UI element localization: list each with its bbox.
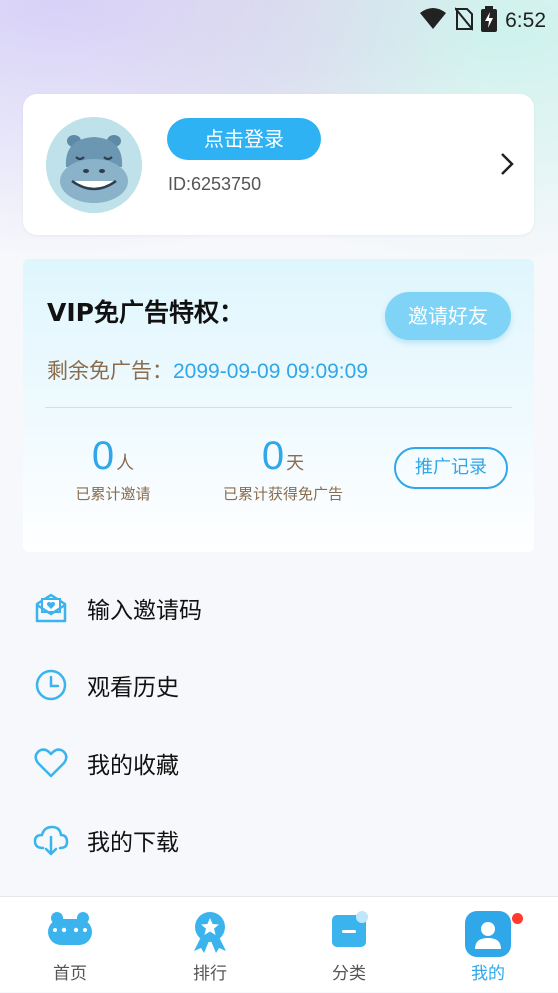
stat-label: 已累计邀请 xyxy=(75,485,151,503)
nav-mine[interactable]: 我的 xyxy=(418,897,558,993)
menu-label: 我的收藏 xyxy=(87,753,179,779)
cloud-download-icon xyxy=(33,822,69,858)
nav-label: 我的 xyxy=(471,964,505,984)
profile-card[interactable]: 点击登录 ID:6253750 xyxy=(23,94,534,235)
clock-icon xyxy=(33,667,69,703)
menu-item-favorites[interactable]: 我的收藏 xyxy=(33,741,179,785)
nav-ranking[interactable]: 排行 xyxy=(140,897,280,993)
stat-unit: 天 xyxy=(286,453,305,474)
chevron-right-icon[interactable] xyxy=(500,152,514,180)
nav-label: 首页 xyxy=(53,964,87,984)
promotion-records-button[interactable]: 推广记录 xyxy=(394,447,508,489)
battery-charging-icon xyxy=(481,6,498,36)
stat-number: 0 xyxy=(261,434,285,478)
envelope-heart-icon xyxy=(33,590,69,626)
stat-unit: 人 xyxy=(116,453,135,474)
home-icon xyxy=(47,911,93,951)
bottom-nav: 首页 排行 分类 我的 xyxy=(0,896,558,992)
login-button[interactable]: 点击登录 xyxy=(167,118,321,160)
menu-item-downloads[interactable]: 我的下载 xyxy=(33,818,179,862)
status-time: 6:52 xyxy=(505,9,546,32)
remaining-value: 2099-09-09 09:09:09 xyxy=(173,360,368,383)
stat-number: 0 xyxy=(91,434,115,478)
ranking-icon xyxy=(190,911,230,957)
heart-icon xyxy=(33,745,69,781)
profile-icon xyxy=(465,911,511,961)
no-sim-icon xyxy=(454,7,474,35)
vip-title: VIP免广告特权： xyxy=(47,298,244,327)
nav-home[interactable]: 首页 xyxy=(0,897,140,993)
invite-friends-button[interactable]: 邀请好友 xyxy=(385,292,511,340)
menu-item-history[interactable]: 观看历史 xyxy=(33,663,179,707)
remaining-ad-free: 剩余免广告：2099-09-09 09:09:09 xyxy=(47,355,368,385)
hippo-avatar[interactable] xyxy=(46,117,142,213)
user-id: ID:6253750 xyxy=(168,174,262,194)
nav-label: 排行 xyxy=(193,964,227,984)
stat-ad-free-days: 0天 已累计获得免广告 xyxy=(203,434,363,504)
stat-label: 已累计获得免广告 xyxy=(222,485,343,503)
menu-label: 输入邀请码 xyxy=(87,598,202,624)
remaining-label: 剩余免广告： xyxy=(47,359,173,383)
status-bar: 6:52 xyxy=(0,0,558,40)
wifi-icon xyxy=(419,8,447,34)
category-icon xyxy=(330,911,368,953)
vip-card: VIP免广告特权： 邀请好友 剩余免广告：2099-09-09 09:09:09… xyxy=(23,259,534,552)
stat-invited: 0人 已累计邀请 xyxy=(53,434,173,504)
menu-label: 我的下载 xyxy=(87,830,179,856)
menu-item-invite-code[interactable]: 输入邀请码 xyxy=(33,586,202,630)
divider xyxy=(45,407,512,408)
nav-label: 分类 xyxy=(332,964,366,984)
notification-dot xyxy=(512,913,523,924)
nav-category[interactable]: 分类 xyxy=(279,897,419,993)
menu-label: 观看历史 xyxy=(87,675,179,701)
